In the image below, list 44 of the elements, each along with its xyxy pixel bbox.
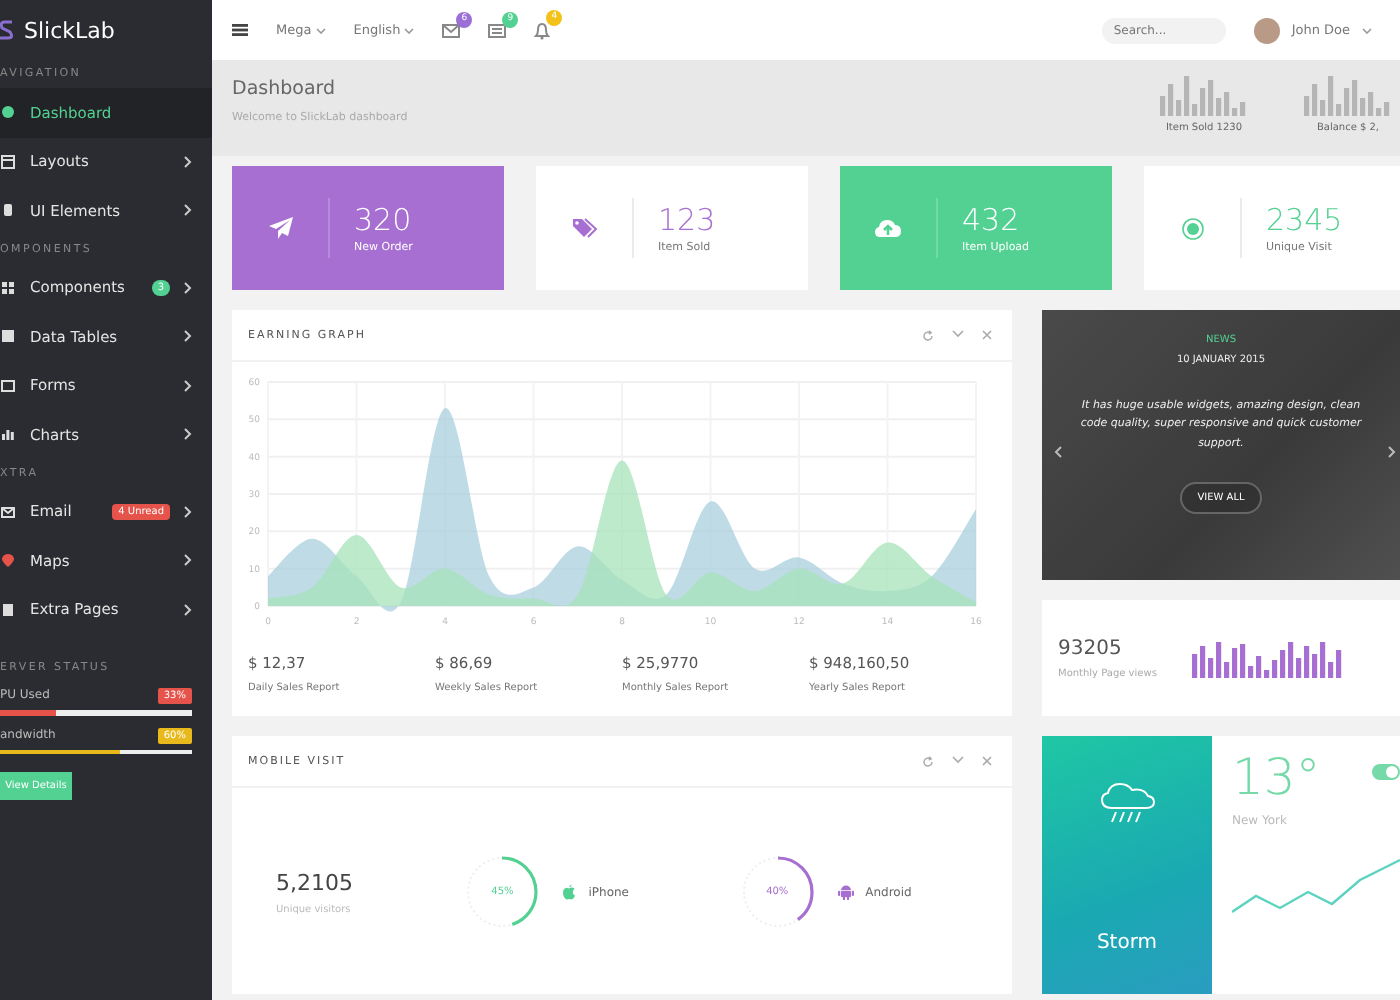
- collapse-icon[interactable]: [952, 755, 964, 763]
- close-icon[interactable]: [982, 755, 992, 765]
- logo-icon: [0, 20, 14, 40]
- list-icon[interactable]: [488, 23, 507, 37]
- stat-value: 2345: [1266, 202, 1343, 238]
- pin-icon: [0, 552, 16, 569]
- target-icon: [1181, 217, 1203, 239]
- sparkline-bars: [1304, 76, 1392, 116]
- form-icon: [0, 377, 16, 394]
- menu-icon[interactable]: [232, 24, 248, 36]
- caret-icon: [404, 27, 415, 33]
- refresh-icon[interactable]: [922, 755, 934, 767]
- android-icon: [837, 884, 854, 900]
- cloud-upload-icon: [874, 218, 902, 238]
- bar-chart-icon: [0, 426, 16, 443]
- page-icon: [0, 601, 16, 618]
- sparkline-bars: [1160, 76, 1248, 116]
- tag-icon: [571, 217, 597, 239]
- apple-icon: [562, 884, 577, 900]
- layout-icon: [0, 153, 16, 170]
- close-icon[interactable]: [982, 329, 992, 339]
- stat-value: 432: [962, 202, 1022, 238]
- refresh-icon[interactable]: [922, 329, 934, 341]
- stat-value: 320: [354, 202, 413, 238]
- toggle-switch[interactable]: [1372, 764, 1400, 780]
- grid-icon: [0, 279, 16, 296]
- dot-icon: [0, 104, 16, 121]
- avatar[interactable]: [1253, 17, 1280, 43]
- page-views-value: 93205: [1058, 637, 1124, 659]
- mail-icon[interactable]: [442, 23, 461, 37]
- brand-name: SlickLab: [24, 17, 115, 43]
- weather-condition: Storm: [1096, 932, 1158, 954]
- bell-icon[interactable]: [534, 21, 551, 39]
- collapse-icon[interactable]: [952, 329, 964, 337]
- page-title: Dashboard: [232, 78, 338, 100]
- paper-plane-icon: [267, 216, 293, 240]
- caret-icon: [315, 27, 326, 33]
- temperature: 13°: [1232, 752, 1321, 802]
- stat-value: 123: [658, 202, 716, 238]
- visitor-count: 5,2105: [276, 869, 355, 895]
- rain-cloud-icon: [1097, 780, 1157, 828]
- mail-icon: [0, 503, 16, 520]
- phone-icon: [0, 202, 16, 219]
- caret-icon: [1362, 27, 1372, 33]
